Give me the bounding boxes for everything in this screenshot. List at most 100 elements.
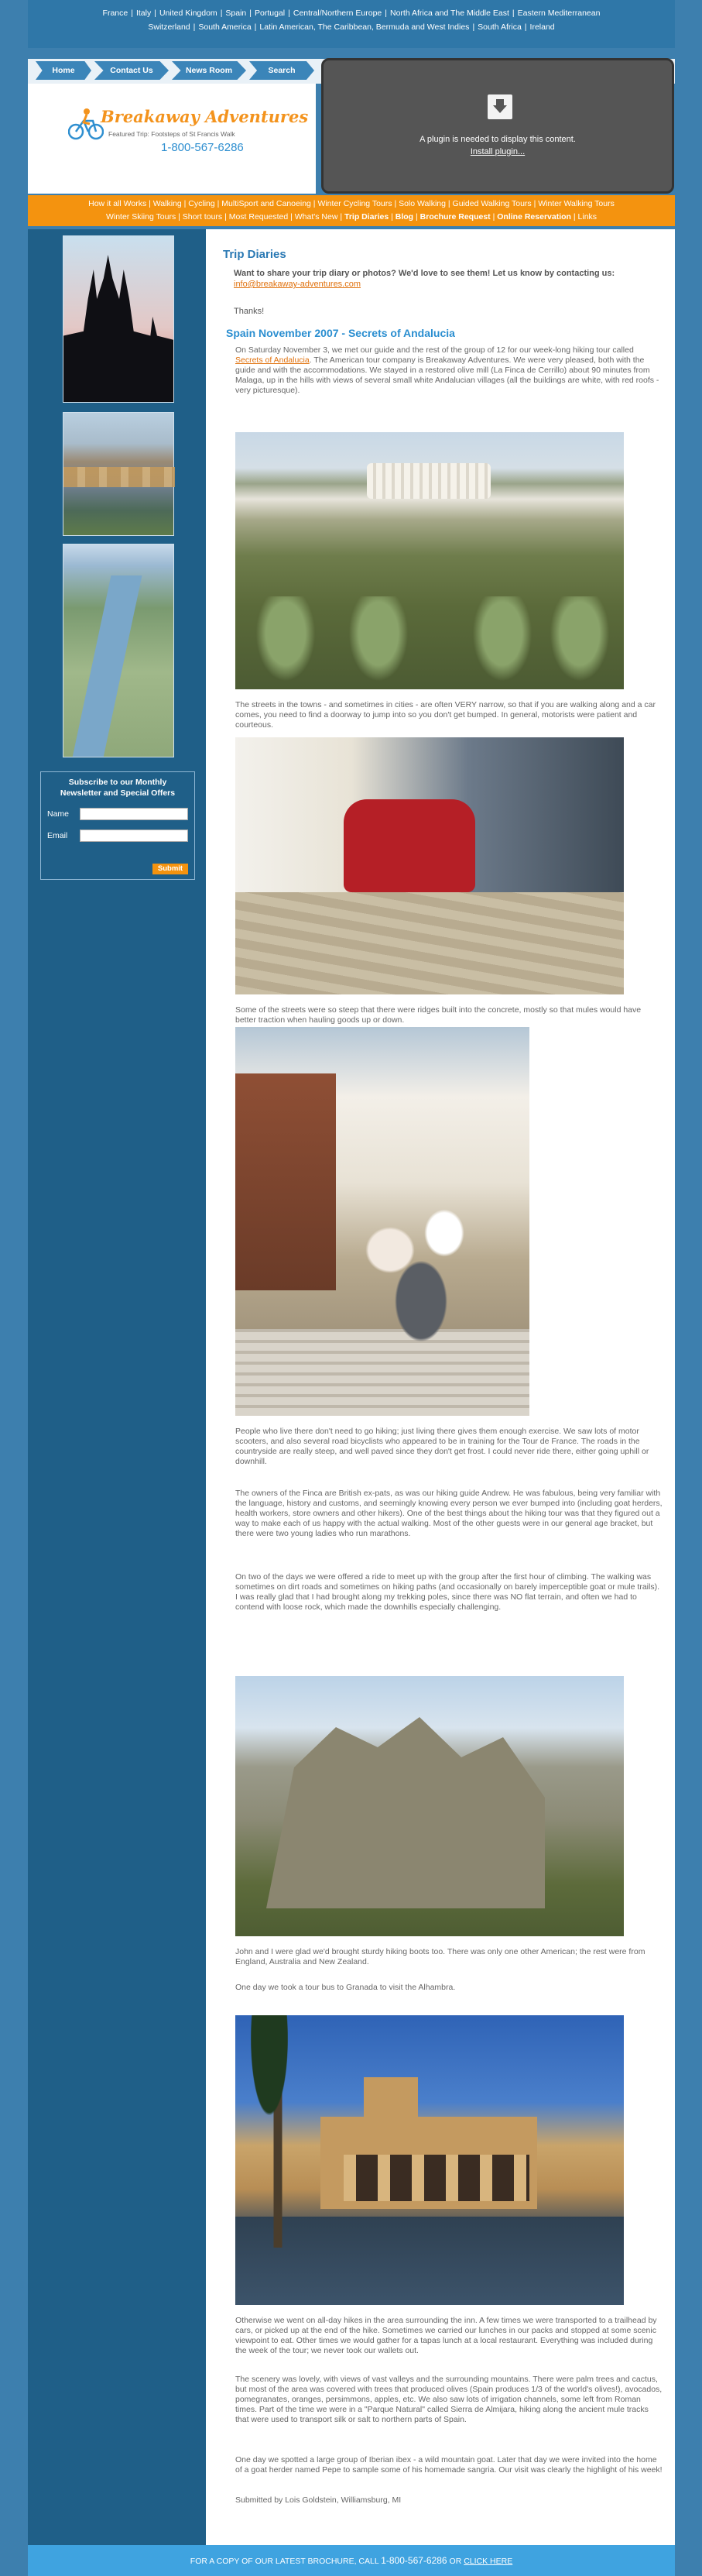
destination-link[interactable]: United Kingdom: [159, 9, 217, 18]
activity-link[interactable]: Walking: [153, 199, 182, 208]
nav-search-button[interactable]: Search: [249, 61, 314, 80]
activity-link[interactable]: What's New: [295, 212, 338, 222]
activity-link[interactable]: How it all Works: [88, 199, 146, 208]
page-wrapper: France | Italy | United Kingdom | Spain | Portug…: [28, 0, 675, 2576]
activity-link[interactable]: Links: [578, 212, 598, 222]
newsletter-title: Subscribe to our Monthly Newsletter and …: [60, 778, 176, 798]
nav-newsroom-button[interactable]: News Room: [172, 61, 246, 80]
destination-link[interactable]: Central/Northern Europe: [293, 9, 382, 18]
diary-paragraph-7: John and I were glad we'd brought sturdy…: [235, 1947, 645, 1966]
diary-title: Spain November 2007 - Secrets of Andaluc…: [226, 327, 455, 339]
sidebar-photo-river: [63, 544, 174, 757]
activity-link[interactable]: MultiSport and Canoeing: [221, 199, 311, 208]
p1-before: On Saturday November 3, we met our guide…: [235, 345, 634, 355]
destination-link[interactable]: Portugal: [255, 9, 285, 18]
email-field[interactable]: [80, 829, 188, 842]
contact-email-link[interactable]: info@breakaway-adventures.com: [234, 280, 361, 289]
activity-link[interactable]: Trip Diaries: [344, 212, 389, 222]
email-row: Email: [47, 829, 188, 842]
nav-separator: |: [193, 22, 196, 32]
name-field[interactable]: [80, 808, 188, 820]
destination-link[interactable]: Spain: [225, 9, 246, 18]
activity-link[interactable]: Winter Cycling Tours: [317, 199, 392, 208]
install-plugin-link[interactable]: Install plugin...: [324, 147, 672, 156]
nav-separator: |: [154, 9, 156, 18]
diary-paragraph-9: Otherwise we went on all-day hikes in th…: [235, 2316, 657, 2355]
photo-alhambra: [235, 2015, 624, 2305]
newsletter-form: Subscribe to our Monthly Newsletter and …: [40, 771, 195, 880]
footer-bar: FOR A COPY OF OUR LATEST BROCHURE, CALL …: [28, 2545, 675, 2576]
site-logo[interactable]: Breakaway Adventures Featured Trip: Foot…: [68, 107, 308, 169]
logo-tagline: Featured Trip: Footsteps of St Francis W…: [108, 130, 235, 138]
sidebar-photo-bridge: [63, 412, 175, 536]
footer-click-here-link[interactable]: CLICK HERE: [464, 2557, 512, 2566]
submit-button[interactable]: Submit: [152, 864, 188, 874]
diary-paragraph-6: On two of the days we were offered a rid…: [235, 1572, 660, 1612]
main-content: Trip Diaries Want to share your trip dia…: [206, 229, 675, 2545]
footer-phone: 1-800-567-6286: [381, 2555, 447, 2566]
photo-narrow-street: [235, 737, 624, 994]
nav-separator: |: [249, 9, 252, 18]
logo-phone: 1-800-567-6286: [161, 141, 244, 154]
sidebar: Subscribe to our Monthly Newsletter and …: [28, 229, 206, 2545]
nav-separator: |: [512, 9, 515, 18]
nav-separator: |: [254, 22, 257, 32]
destination-link[interactable]: Eastern Mediterranean: [518, 9, 601, 18]
diary-paragraph-2: The streets in the towns - and sometimes…: [235, 700, 656, 730]
thanks-text: Thanks!: [234, 307, 265, 316]
nav-separator: |: [288, 9, 290, 18]
activity-link[interactable]: Most Requested: [229, 212, 288, 222]
destination-nav-line: France | Italy | United Kingdom | Spain | Portug…: [43, 6, 659, 20]
email-label: Email: [47, 831, 68, 840]
photo-steep-street: [235, 1027, 529, 1416]
nav-separator: |: [472, 22, 475, 32]
destination-nav-line: Switzerland | South America | Latin American…: [43, 20, 659, 34]
destination-link[interactable]: South Africa: [478, 22, 522, 32]
diary-paragraph-4: People who live there don't need to go h…: [235, 1427, 649, 1466]
destination-link[interactable]: South America: [198, 22, 251, 32]
plugin-download-icon: [488, 94, 512, 119]
nav-contact-button[interactable]: Contact Us: [94, 61, 169, 80]
intro-line: Want to share your trip diary or photos?…: [234, 269, 615, 278]
diary-paragraph-3: Some of the streets were so steep that t…: [235, 1005, 642, 1025]
activity-link[interactable]: Short tours: [183, 212, 222, 222]
activity-link[interactable]: Cycling: [188, 199, 214, 208]
activity-nav-line: How it all Works | Walking | Cycling | M…: [88, 199, 615, 208]
header-logo-area: Breakaway Adventures Featured Trip: Foot…: [28, 84, 316, 194]
plugin-placeholder: A plugin is needed to display this conte…: [321, 58, 674, 194]
name-row: Name: [47, 808, 188, 820]
footer-or: OR: [449, 2557, 462, 2566]
destination-link[interactable]: Latin American, The Caribbean, Bermuda a…: [259, 22, 469, 32]
nav-separator: |: [220, 9, 223, 18]
page-title: Trip Diaries: [223, 248, 286, 261]
destination-nav: France | Italy | United Kingdom | Spain | Portug…: [28, 0, 675, 48]
activity-link[interactable]: Solo Walking: [399, 199, 446, 208]
destination-link[interactable]: Ireland: [530, 22, 555, 32]
intro-text: Want to share your trip diary or photos?…: [234, 268, 659, 290]
activity-link[interactable]: Blog: [396, 212, 413, 222]
sidebar-photo-castle: [63, 235, 174, 403]
destination-link[interactable]: North Africa and The Middle East: [390, 9, 509, 18]
photo-white-village: [235, 432, 624, 689]
diary-paragraph-10: The scenery was lovely, with views of va…: [235, 2375, 663, 2424]
diary-paragraph-8: One day we took a tour bus to Granada to…: [235, 1983, 456, 1992]
activity-link[interactable]: Brochure Request: [420, 212, 491, 222]
diary-paragraph-5: The owners of the Finca are British ex-p…: [235, 1489, 663, 1538]
plugin-message: A plugin is needed to display this conte…: [419, 135, 576, 144]
destination-link[interactable]: France: [103, 9, 128, 18]
footer-text: FOR A COPY OF OUR LATEST BROCHURE, CALL: [190, 2557, 379, 2566]
destination-link[interactable]: Switzerland: [148, 22, 190, 32]
secrets-of-andalucia-link[interactable]: Secrets of Andalucia: [235, 355, 310, 365]
nav-separator: |: [524, 22, 527, 32]
diary-signature: Submitted by Lois Goldstein, Williamsbur…: [235, 2495, 402, 2505]
activity-link[interactable]: Guided Walking Tours: [453, 199, 532, 208]
logo-brand: Breakaway Adventures: [101, 107, 309, 126]
activity-link[interactable]: Winter Walking Tours: [538, 199, 615, 208]
diary-paragraph-11: One day we spotted a large group of Iber…: [235, 2455, 663, 2475]
activity-link[interactable]: Online Reservation: [497, 212, 571, 222]
name-label: Name: [47, 809, 70, 819]
nav-home-button[interactable]: Home: [36, 61, 91, 80]
activity-link[interactable]: Winter Skiing Tours: [106, 212, 176, 222]
nav-separator: |: [131, 9, 133, 18]
destination-link[interactable]: Italy: [136, 9, 151, 18]
